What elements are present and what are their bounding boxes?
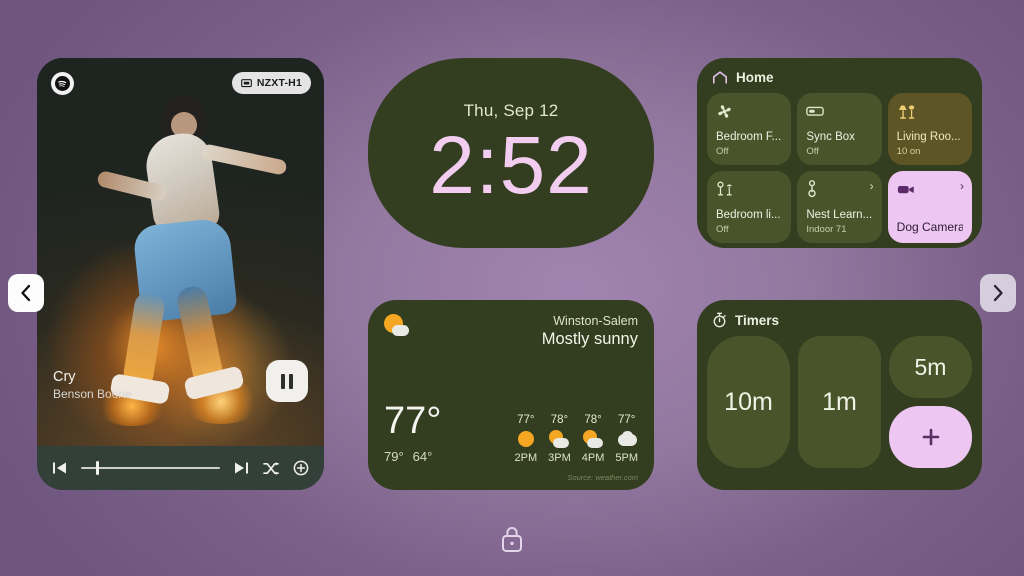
home-widget-title: Home [736, 70, 774, 85]
add-to-library-button[interactable] [292, 459, 310, 477]
sunny-icon [515, 429, 537, 449]
home-tile-status: Indoor 71 [806, 224, 847, 235]
home-tile-bedroom-fan[interactable]: Bedroom F... Off [707, 93, 792, 165]
camera-icon [897, 180, 915, 198]
hourly-item: 78° 3PM [548, 414, 571, 464]
partly-cloudy-icon [582, 429, 604, 449]
home-tile-dog-camera[interactable]: › Dog Camera [887, 171, 972, 243]
home-tile-name: Bedroom li... [716, 208, 781, 221]
weather-widget[interactable]: Winston-Salem Mostly sunny 77° 79° 64° 77… [368, 300, 654, 490]
timers-widget-header: Timers [707, 310, 972, 336]
clock-widget[interactable]: Thu, Sep 12 2:52 [368, 58, 654, 248]
cast-device-name: NZXT-H1 [256, 77, 302, 89]
timer-side-column: 5m [889, 336, 972, 468]
next-page-arrow[interactable] [980, 274, 1016, 312]
clock-time: 2:52 [429, 120, 593, 212]
previous-page-arrow[interactable] [8, 274, 44, 312]
weather-condition: Mostly sunny [541, 330, 638, 348]
weather-city: Winston-Salem [553, 314, 638, 328]
pause-icon [281, 373, 293, 389]
hourly-time: 5PM [615, 452, 638, 464]
stopwatch-icon [713, 312, 726, 328]
sync-box-icon [806, 102, 825, 120]
track-artist: Benson Boone [53, 386, 132, 401]
timers-widget-title: Timers [735, 312, 780, 328]
seek-track [81, 467, 220, 469]
weather-high-low: 79° 64° [384, 449, 441, 464]
player-controls-bar[interactable] [37, 446, 324, 490]
home-tile-sync-box[interactable]: Sync Box Off [797, 93, 882, 165]
hourly-item: 77° 5PM [615, 414, 638, 464]
next-track-button[interactable] [232, 459, 250, 477]
lights-icon [716, 180, 734, 198]
timer-preset-5m[interactable]: 5m [889, 336, 972, 398]
chevron-right-icon: › [960, 179, 964, 193]
clock-date: Thu, Sep 12 [463, 101, 559, 121]
home-tile-status: Off [716, 224, 729, 235]
home-tile-status: Off [806, 146, 819, 157]
hourly-time: 3PM [548, 452, 571, 464]
add-timer-button[interactable] [889, 406, 972, 468]
hourly-temp: 77° [517, 414, 535, 426]
album-artwork: NZXT-H1 Cry Benson Boone [37, 58, 324, 446]
music-player-widget[interactable]: NZXT-H1 Cry Benson Boone [37, 58, 324, 490]
home-tile-name: Dog Camera [896, 221, 963, 235]
weather-high: 79° [384, 449, 404, 464]
timer-presets-row: 10m 1m 5m [707, 336, 972, 468]
spotify-icon [51, 72, 74, 95]
fan-icon [716, 102, 734, 120]
chevron-left-icon [21, 284, 31, 302]
track-title: Cry [53, 368, 76, 385]
home-tile-status: Off [716, 146, 729, 157]
weather-current-temp: 77° [384, 400, 442, 442]
timers-widget[interactable]: Timers 10m 1m 5m [697, 300, 982, 490]
previous-track-button[interactable] [51, 459, 69, 477]
seek-thumb[interactable] [96, 461, 100, 475]
timer-preset-1m[interactable]: 1m [798, 336, 881, 468]
hourly-temp: 77° [617, 414, 636, 426]
partly-cloudy-icon [548, 429, 570, 449]
sun-behind-cloud-icon [384, 314, 410, 338]
home-tile-grid: Bedroom F... Off Sync Box Off Living Roo… [707, 93, 972, 243]
timer-preset-10m[interactable]: 10m [707, 336, 790, 468]
track-info-row: Cry Benson Boone [37, 360, 324, 402]
home-tile-nest-thermostat[interactable]: › Nest Learn... Indoor 71 [797, 171, 882, 243]
hourly-time: 4PM [581, 452, 605, 464]
chevron-right-icon [993, 284, 1003, 302]
pause-button[interactable] [266, 360, 308, 402]
weather-source: Source: weather.com [567, 473, 638, 482]
home-tile-name: Sync Box [806, 130, 855, 143]
hourly-time: 2PM [514, 452, 538, 464]
home-icon [712, 71, 728, 84]
hourly-item: 77° 2PM [515, 414, 538, 464]
hourly-item: 78° 4PM [582, 414, 605, 464]
home-widget-header: Home [707, 68, 972, 93]
cast-device-chip[interactable]: NZXT-H1 [231, 72, 311, 94]
weather-header: Winston-Salem Mostly sunny [384, 314, 638, 349]
lock-icon[interactable] [499, 524, 525, 554]
shuffle-button[interactable] [262, 459, 280, 477]
plus-icon [922, 428, 939, 446]
weather-low: 64° [412, 449, 433, 464]
cast-screen-icon [240, 78, 252, 87]
seek-slider[interactable] [81, 459, 220, 477]
hourly-temp: 78° [550, 414, 569, 426]
weather-details: 77° 79° 64° 77° 2PM 78° 3PM 78° 4PM 77° … [384, 402, 638, 464]
weather-hourly-forecast: 77° 2PM 78° 3PM 78° 4PM 77° 5PM [515, 414, 639, 464]
home-tile-status: 10 on [896, 146, 921, 157]
chevron-right-icon: › [869, 179, 874, 193]
home-tile-name: Bedroom F... [716, 130, 782, 143]
thermostat-icon [806, 180, 824, 198]
cloudy-icon [616, 429, 638, 449]
home-tile-living-room[interactable]: Living Roo... 10 on [887, 93, 972, 165]
lamp-icon [897, 102, 915, 120]
hourly-temp: 78° [584, 414, 602, 426]
home-tile-name: Living Roo... [896, 130, 961, 143]
home-widget[interactable]: Home Bedroom F... Off Sync Box Off Livin… [697, 58, 982, 248]
home-tile-bedroom-lights[interactable]: Bedroom li... Off [707, 171, 792, 243]
home-tile-name: Nest Learn... [806, 208, 873, 221]
